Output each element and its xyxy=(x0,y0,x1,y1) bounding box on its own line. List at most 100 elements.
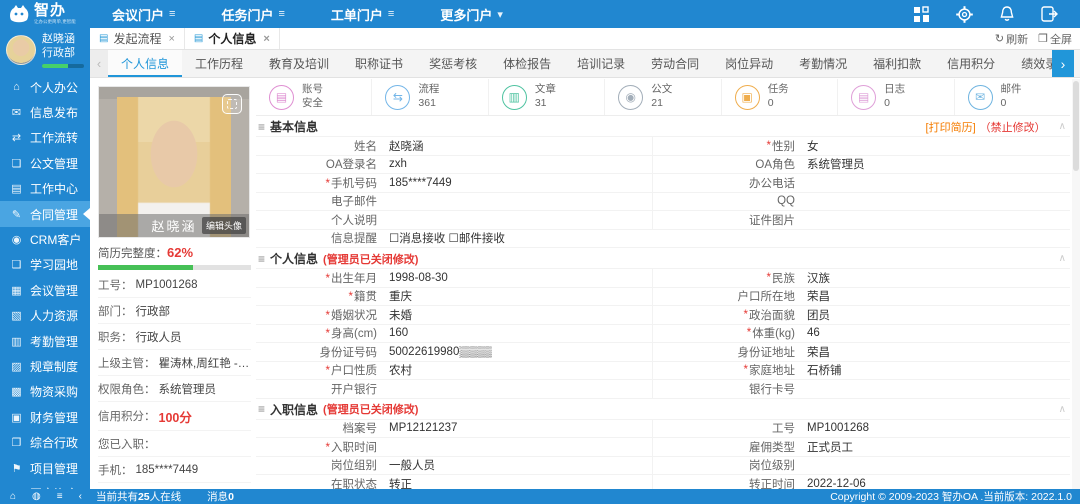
subtab-教育及培训[interactable]: 教育及培训 xyxy=(256,50,342,77)
user-avatar[interactable] xyxy=(6,35,36,66)
sidebar-item-label: 规章制度 xyxy=(30,359,79,374)
close-icon[interactable]: × xyxy=(263,33,269,45)
sidebar-item-财务管理[interactable]: ▣ 财务管理 xyxy=(0,405,90,430)
stat-article[interactable]: ▥ 文章 31 xyxy=(489,79,606,115)
field-label: * 体重(kg) xyxy=(652,324,802,342)
sidebar-item-综合行政[interactable]: ❐ 综合行政 xyxy=(0,430,90,455)
sidebar-item-信息发布[interactable]: ✉ 信息发布 xyxy=(0,100,90,125)
section-title: 基本信息 xyxy=(270,120,319,134)
section-action[interactable]: （禁止修改） xyxy=(980,119,1046,135)
menu-list-icon[interactable]: ≡ xyxy=(57,491,63,502)
home-icon[interactable]: ⌂ xyxy=(10,491,16,502)
required-asterisk: * xyxy=(766,139,771,152)
edit-avatar-button[interactable]: 编辑头像 xyxy=(201,217,246,234)
scrollbar-thumb[interactable] xyxy=(1073,81,1079,171)
profile-row-value: MP1001268 xyxy=(135,278,198,291)
completeness-value: 62% xyxy=(167,245,194,260)
field-label: OA角色 xyxy=(652,155,802,173)
refresh-button[interactable]: ↻ 刷新 xyxy=(995,31,1028,47)
sidebar-item-项目管理[interactable]: ⚑ 项目管理 xyxy=(0,455,90,480)
subtab-职称证书[interactable]: 职称证书 xyxy=(342,50,416,77)
message-status[interactable]: 消息0 xyxy=(207,489,234,504)
vertical-scrollbar[interactable] xyxy=(1072,79,1080,489)
sidebar-item-规章制度[interactable]: ▨ 规章制度 xyxy=(0,354,90,379)
stat-process[interactable]: ⇆ 流程 361 xyxy=(372,79,489,115)
sidebar-item-工作流转[interactable]: ⇄ 工作流转 xyxy=(0,125,90,150)
stat-task[interactable]: ▣ 任务 0 xyxy=(722,79,839,115)
globe-icon[interactable]: ◍ xyxy=(32,491,41,502)
sidebar-item-公文管理[interactable]: ❏ 公文管理 xyxy=(0,151,90,176)
stat-journal[interactable]: ▤ 日志 0 xyxy=(838,79,955,115)
subtab-体检报告[interactable]: 体检报告 xyxy=(490,50,564,77)
field-label: 岗位组别 xyxy=(331,460,377,473)
field-value: ☐消息接收 ☐邮件接收 xyxy=(389,233,505,246)
collapse-chevron-icon[interactable]: ∧ xyxy=(1059,404,1068,415)
subtab-next-button[interactable]: › xyxy=(1052,50,1074,77)
profile-row-label: 权限角色： xyxy=(98,383,156,396)
sidebar-item-学习园地[interactable]: ❑ 学习园地 xyxy=(0,252,90,277)
notifications-bell-icon[interactable] xyxy=(999,5,1015,23)
collapse-chevron-icon[interactable]: ∧ xyxy=(1059,121,1068,132)
sidebar-item-label: 物资采购 xyxy=(30,385,79,400)
stat-account-safety[interactable]: ▤ 账号 安全 xyxy=(256,79,373,115)
tab-个人信息[interactable]: ▤ 个人信息 × xyxy=(184,28,280,49)
subtab-培训记录[interactable]: 培训记录 xyxy=(564,50,638,77)
subtab-岗位异动[interactable]: 岗位异动 xyxy=(712,50,786,77)
subtab-奖惩考核[interactable]: 奖惩考核 xyxy=(416,50,490,77)
table-row: *户口性质 农村 * 家庭地址 石桥铺 xyxy=(256,361,1070,380)
rules-icon: ▨ xyxy=(11,360,22,373)
sidebar-item-label: 合同管理 xyxy=(30,207,79,222)
subtab-工作历程[interactable]: 工作历程 xyxy=(182,50,256,77)
collapse-left-icon[interactable]: ‹ xyxy=(79,491,82,502)
window-ops: ↻ 刷新 ❐ 全屏 xyxy=(995,28,1080,49)
subtab-prev-button[interactable]: ‹ xyxy=(90,50,108,77)
stat-label: 账号 xyxy=(302,83,323,96)
document-manage-icon: ❏ xyxy=(11,157,22,170)
required-asterisk: * xyxy=(325,177,330,190)
sidebar-item-个人办公[interactable]: ⌂ 个人办公 xyxy=(0,75,90,100)
section-个人信息: ≡ 个人信息 (管理员已关闭修改) ∧ *出生年月 1998-08-30 * 民族 汉族 *籍贯重… xyxy=(256,248,1070,399)
portal-menu-item[interactable]: 更多门户 ▾ xyxy=(440,5,503,24)
topbar: 智办 让办公更简单,更智能 会议门户 ≡ 任务门户 ≡ 工单门户 ≡ 更多门户 ▾ xyxy=(0,0,1080,28)
section-action[interactable]: [打印简历] xyxy=(926,119,976,135)
apps-grid-icon[interactable] xyxy=(913,5,930,23)
sidebar-user-card[interactable]: 赵晓涵 行政部 xyxy=(0,28,90,75)
subtab-福利扣款[interactable]: 福利扣款 xyxy=(860,50,934,77)
hamburger-icon: ≡ xyxy=(169,8,176,20)
subtab-考勤情况[interactable]: 考勤情况 xyxy=(786,50,860,77)
portal-menu-item[interactable]: 任务门户 ≡ xyxy=(221,5,284,24)
stat-mail[interactable]: ✉ 邮件 0 xyxy=(955,79,1070,115)
logout-icon[interactable] xyxy=(1041,6,1058,22)
portal-menu-item[interactable]: 会议门户 ≡ xyxy=(112,5,175,24)
profile-row-value: 行政部 xyxy=(135,305,171,318)
avatar-frame-icon[interactable] xyxy=(222,94,242,114)
field-value: 185****7449 xyxy=(389,176,452,189)
portal-menu-item[interactable]: 工单门户 ≡ xyxy=(331,5,394,24)
subtab-个人信息[interactable]: 个人信息 xyxy=(108,50,183,77)
sidebar-item-CRM客户[interactable]: ◉ CRM客户 xyxy=(0,227,90,252)
sidebar-item-固定资产[interactable]: ◧固定资产 xyxy=(0,481,90,489)
collapse-chevron-icon[interactable]: ∧ xyxy=(1059,253,1068,264)
sidebar-item-合同管理[interactable]: ✎ 合同管理 xyxy=(0,201,90,227)
sidebar-item-人力资源[interactable]: ▧ 人力资源 xyxy=(0,303,90,328)
stat-official-doc[interactable]: ◉ 公文 21 xyxy=(605,79,722,115)
settings-gear-icon[interactable] xyxy=(956,5,973,23)
stat-label: 文章 xyxy=(534,83,556,96)
sidebar-item-考勤管理[interactable]: ▥ 考勤管理 xyxy=(0,328,90,353)
fullscreen-button[interactable]: ❐ 全屏 xyxy=(1038,31,1072,47)
portal-menus: 会议门户 ≡ 任务门户 ≡ 工单门户 ≡ 更多门户 ▾ xyxy=(112,5,503,24)
field-value: 赵晓涵 xyxy=(389,140,424,153)
required-asterisk: * xyxy=(325,441,330,454)
tab-发起流程[interactable]: ▤ 发起流程 × xyxy=(90,28,185,49)
subtab-劳动合同[interactable]: 劳动合同 xyxy=(638,50,712,77)
close-icon[interactable]: × xyxy=(168,33,174,45)
table-row: *婚姻状况 未婚 * 政治面貌 团员 xyxy=(256,306,1070,325)
sidebar-item-会议管理[interactable]: ▦ 会议管理 xyxy=(0,278,90,303)
field-value: 石桥铺 xyxy=(807,365,842,378)
app-logo[interactable]: 智办 让办公更简单,更智能 xyxy=(0,3,96,25)
required-asterisk: * xyxy=(348,291,353,304)
sidebar-item-工作中心[interactable]: ▤ 工作中心 xyxy=(0,176,90,201)
subtab-信用积分[interactable]: 信用积分 xyxy=(934,50,1008,77)
sidebar-item-物资采购[interactable]: ▩ 物资采购 xyxy=(0,379,90,404)
table-row: 开户银行 银行卡号 xyxy=(256,380,1070,399)
